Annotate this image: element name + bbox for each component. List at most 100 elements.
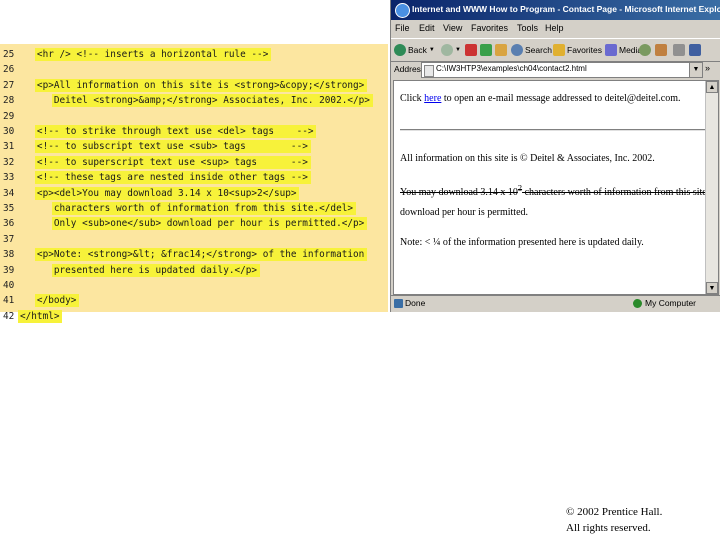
line-number: 41 <box>3 295 15 307</box>
code-text: presented here is updated daily.</p> <box>20 264 258 276</box>
line-number: 40 <box>3 280 15 291</box>
code-text: <!-- these tags are nested inside other … <box>20 172 308 184</box>
line-number: 29 <box>3 110 15 122</box>
stop-icon <box>465 44 477 56</box>
mail-button[interactable] <box>655 42 669 58</box>
code-line: 37 <box>0 232 388 247</box>
back-button[interactable]: Back ▼ <box>394 42 435 58</box>
copyright-line-2: All rights reserved. <box>566 522 651 534</box>
code-line: 29 <box>0 109 388 124</box>
edit-button[interactable] <box>689 42 703 58</box>
search-button[interactable]: Search <box>511 42 552 58</box>
line-number: 37 <box>3 233 15 245</box>
line-number: 35 <box>3 203 15 214</box>
code-line: 31 <!-- to subscript text use <sub> tags… <box>0 139 388 154</box>
print-button[interactable] <box>673 42 687 58</box>
copyright-paragraph: All information on this site is © Deitel… <box>400 153 655 164</box>
address-dropdown-button[interactable]: ▼ <box>689 62 703 78</box>
code-line: 34 <p><del>You may download 3.14 x 10<su… <box>0 186 388 201</box>
history-icon <box>639 44 651 56</box>
title-bar: Internet and WWW How to Program - Contac… <box>391 0 720 20</box>
printer-icon <box>673 44 685 56</box>
line-number: 28 <box>3 95 15 107</box>
address-input[interactable]: C:\IW3HTP3\examples\ch04\contact2.html <box>421 62 691 78</box>
line-number: 39 <box>3 264 15 276</box>
code-text: <p>All information on this site is <stro… <box>20 79 365 91</box>
internet-explorer-icon <box>395 3 410 18</box>
document-icon <box>424 65 434 77</box>
code-text: <p>Note: <strong>&lt; &frac14;</strong> … <box>20 249 365 261</box>
favorites-button[interactable]: Favorites <box>553 42 602 58</box>
code-line: 36 Only <sub>one</sub> download per hour… <box>0 216 388 231</box>
code-text: <!-- to subscript text use <sub> tags --… <box>20 141 308 153</box>
address-bar: Address C:\IW3HTP3\examples\ch04\contact… <box>391 61 720 79</box>
menu-bar: File Edit View Favorites Tools Help <box>391 21 720 37</box>
line-number: 36 <box>3 218 15 230</box>
page-content: Click here to open an e-mail message add… <box>393 80 719 295</box>
star-icon <box>553 44 565 56</box>
horizontal-rule <box>400 129 708 131</box>
stop-button[interactable] <box>465 42 479 58</box>
code-text: </body> <box>20 295 77 307</box>
home-button[interactable] <box>495 42 509 58</box>
code-line: 35 characters worth of information from … <box>0 201 388 216</box>
menu-file[interactable]: File <box>395 23 410 33</box>
code-line: 38 <p>Note: <strong>&lt; &frac14;</stron… <box>0 247 388 262</box>
computer-zone-icon <box>633 299 642 308</box>
home-icon <box>495 44 507 56</box>
code-text: <hr /> <!-- inserts a horizontal rule --… <box>20 49 269 60</box>
code-text: <!-- to strike through text use <del> ta… <box>20 126 314 137</box>
email-link[interactable]: here <box>424 93 441 104</box>
toolbar: Back ▼ ▼ Search Favorites Media <box>391 38 720 62</box>
line-number: 25 <box>3 49 15 60</box>
copyright-notice: © 2002 Prentice Hall. All rights reserve… <box>566 504 662 536</box>
status-bar: Done My Computer <box>391 295 720 312</box>
line-number: 27 <box>3 79 15 91</box>
line-number: 42 <box>3 310 15 322</box>
refresh-icon <box>480 44 492 56</box>
code-text: Deitel <strong>&amp;</strong> Associates… <box>20 95 370 107</box>
forward-button[interactable]: ▼ <box>441 42 461 58</box>
code-line: 27 <p>All information on this site is <s… <box>0 78 388 93</box>
code-text: </html> <box>20 310 60 322</box>
forward-arrow-icon <box>441 44 453 56</box>
code-line: 26 <box>0 62 388 77</box>
vertical-scrollbar[interactable]: ▲ ▼ <box>705 81 718 294</box>
mail-icon <box>655 44 667 56</box>
code-text: <p><del>You may download 3.14 x 10<sup>2… <box>20 187 297 199</box>
page-icon <box>394 299 403 308</box>
line-number: 34 <box>3 187 15 199</box>
line-number: 33 <box>3 172 15 184</box>
scroll-down-arrow-icon[interactable]: ▼ <box>706 282 718 294</box>
code-text: characters worth of information from thi… <box>20 203 354 214</box>
refresh-button[interactable] <box>480 42 494 58</box>
chevron-down-icon: ▼ <box>428 47 435 53</box>
scroll-up-arrow-icon[interactable]: ▲ <box>706 81 718 93</box>
history-button[interactable] <box>639 42 653 58</box>
menu-favorites[interactable]: Favorites <box>471 23 508 33</box>
code-line: 33 <!-- these tags are nested inside oth… <box>0 170 388 185</box>
code-line: 42 </html> <box>0 309 388 324</box>
line-number: 31 <box>3 141 15 153</box>
download-paragraph-line2: download per hour is permitted. <box>400 207 529 218</box>
menu-edit[interactable]: Edit <box>419 23 435 33</box>
code-line: 32 <!-- to superscript text use <sup> ta… <box>0 155 388 170</box>
code-line: 30 <!-- to strike through text use <del>… <box>0 124 388 139</box>
code-line: 40 <box>0 278 388 293</box>
line-number: 26 <box>3 64 15 76</box>
address-value: C:\IW3HTP3\examples\ch04\contact2.html <box>436 64 587 73</box>
code-text: Only <sub>one</sub> download per hour is… <box>20 218 365 230</box>
menu-tools[interactable]: Tools <box>517 23 538 33</box>
copyright-line-1: © 2002 Prentice Hall. <box>566 506 663 518</box>
links-chevron[interactable]: » <box>705 63 717 75</box>
note-paragraph: Note: < ¼ of the information presented h… <box>400 237 644 248</box>
code-line: 25 <hr /> <!-- inserts a horizontal rule… <box>0 47 388 62</box>
code-line: 39 presented here is updated daily.</p> <box>0 263 388 278</box>
menu-view[interactable]: View <box>443 23 462 33</box>
menu-help[interactable]: Help <box>545 23 564 33</box>
window-title: Internet and WWW How to Program - Contac… <box>412 4 720 14</box>
code-listing-panel: 25 <hr /> <!-- inserts a horizontal rule… <box>0 44 388 323</box>
media-button[interactable]: Media <box>605 42 642 58</box>
code-text: <!-- to superscript text use <sup> tags … <box>20 156 308 168</box>
line-number: 30 <box>3 126 15 137</box>
